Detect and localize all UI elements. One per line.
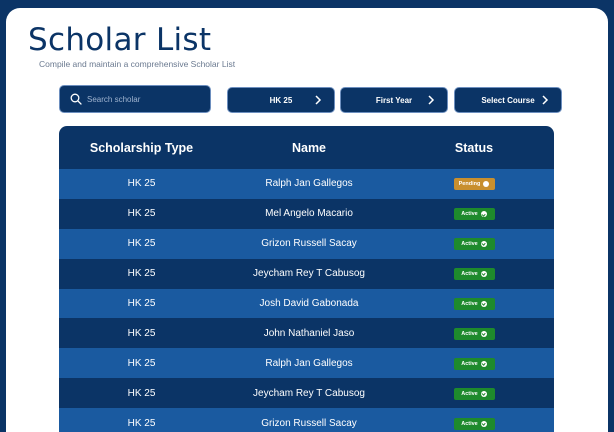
search-bar[interactable] — [59, 85, 211, 113]
table-header: Scholarship Type Name Status — [59, 126, 554, 169]
cell-scholarship-type: HK 25 — [127, 357, 156, 369]
cell-name: Grizon Russell Sacay — [261, 417, 357, 429]
table-row[interactable]: HK 25 Grizon Russell Sacay Active — [59, 408, 554, 432]
check-circle-icon — [480, 330, 487, 337]
column-header-name[interactable]: Name — [224, 141, 394, 155]
status-label: Active — [461, 301, 478, 307]
status-label: Active — [461, 211, 478, 218]
cell-status: Active — [394, 297, 554, 310]
status-badge: Active — [453, 298, 495, 310]
status-badge: Active — [453, 238, 495, 251]
cell-status: Active — [394, 327, 554, 340]
chevron-right-icon — [428, 95, 435, 105]
status-label: Active — [461, 390, 478, 397]
chevron-right-icon — [315, 95, 322, 105]
pending-dot-icon — [483, 181, 490, 188]
cell-scholarship-type: HK 25 — [127, 238, 156, 250]
cell-status: Active — [394, 387, 554, 400]
cell-status: Active — [394, 357, 554, 370]
course-filter-label: Select Course — [481, 95, 535, 105]
search-icon — [70, 93, 82, 105]
cell-scholarship-type: HK 25 — [127, 298, 156, 309]
table-row[interactable]: HK 25 John Nathaniel Jaso Active — [59, 318, 554, 349]
status-badge: Active — [453, 387, 495, 400]
cell-name: Jeycham Rey T Cabusog — [253, 268, 365, 280]
status-badge: Active — [453, 357, 495, 370]
cell-scholarship-type: HK 25 — [127, 417, 156, 429]
check-circle-icon — [480, 360, 487, 367]
status-badge: Pending — [453, 178, 495, 191]
table-row[interactable]: HK 25 Mel Angelo Macario Active — [59, 198, 554, 229]
cell-name: Josh David Gabonada — [259, 298, 359, 309]
cell-name: Ralph Jan Gallegos — [265, 357, 353, 369]
cell-status: Active — [394, 417, 554, 430]
cell-scholarship-type: HK 25 — [127, 208, 156, 220]
page-subtitle: Compile and maintain a comprehensive Sch… — [39, 59, 236, 69]
status-label: Active — [461, 271, 478, 278]
scholar-table: Scholarship Type Name Status HK 25 Ralph… — [59, 126, 554, 432]
table-row[interactable]: HK 25 Jeycham Rey T Cabusog Active — [59, 258, 554, 289]
year-filter-button[interactable]: First Year — [340, 87, 448, 113]
cell-name: Jeycham Rey T Cabusog — [253, 387, 365, 399]
status-label: Active — [461, 360, 478, 367]
status-label: Active — [461, 330, 478, 337]
table-row[interactable]: HK 25 Ralph Jan Gallegos Active — [59, 348, 554, 379]
cell-status: Pending — [394, 177, 554, 191]
check-circle-icon — [480, 271, 487, 278]
check-circle-icon — [480, 241, 487, 248]
year-filter-label: First Year — [375, 95, 413, 105]
cell-scholarship-type: HK 25 — [127, 178, 156, 190]
cell-name: Grizon Russell Sacay — [261, 238, 357, 250]
check-circle-icon — [480, 390, 487, 397]
status-label: Active — [461, 241, 478, 248]
check-circle-icon — [480, 211, 487, 218]
cell-name: John Nathaniel Jaso — [263, 327, 355, 339]
page-title: Scholar List — [28, 22, 212, 58]
scholarship-filter-label: HK 25 — [269, 95, 293, 105]
scholarship-filter-button[interactable]: HK 25 — [227, 87, 335, 113]
column-header-status[interactable]: Status — [394, 141, 554, 155]
status-badge: Active — [453, 208, 495, 221]
table-row[interactable]: HK 25 Ralph Jan Gallegos Pending — [59, 169, 554, 199]
cell-scholarship-type: HK 25 — [127, 387, 156, 399]
check-circle-icon — [480, 301, 487, 307]
course-filter-button[interactable]: Select Course — [454, 87, 562, 113]
cell-name: Mel Angelo Macario — [265, 208, 353, 220]
check-circle-icon — [480, 420, 487, 427]
status-label: Pending — [458, 181, 481, 188]
cell-status: Active — [394, 207, 554, 221]
search-input[interactable] — [87, 94, 197, 104]
status-badge: Active — [453, 327, 495, 340]
status-badge: Active — [453, 417, 495, 430]
table-row[interactable]: HK 25 Josh David Gabonada Active — [59, 288, 554, 319]
cell-scholarship-type: HK 25 — [127, 268, 156, 280]
table-row[interactable]: HK 25 Jeycham Rey T Cabusog Active — [59, 378, 554, 409]
status-badge: Active — [453, 268, 495, 281]
table-row[interactable]: HK 25 Grizon Russell Sacay Active — [59, 228, 554, 259]
chevron-right-icon — [542, 95, 549, 105]
main-panel: Scholar List Compile and maintain a comp… — [6, 8, 608, 432]
cell-status: Active — [394, 267, 554, 281]
status-label: Active — [461, 420, 478, 427]
column-header-scholarship-type[interactable]: Scholarship Type — [59, 141, 224, 155]
cell-name: Ralph Jan Gallegos — [265, 178, 353, 190]
cell-status: Active — [394, 237, 554, 251]
cell-scholarship-type: HK 25 — [127, 327, 156, 339]
